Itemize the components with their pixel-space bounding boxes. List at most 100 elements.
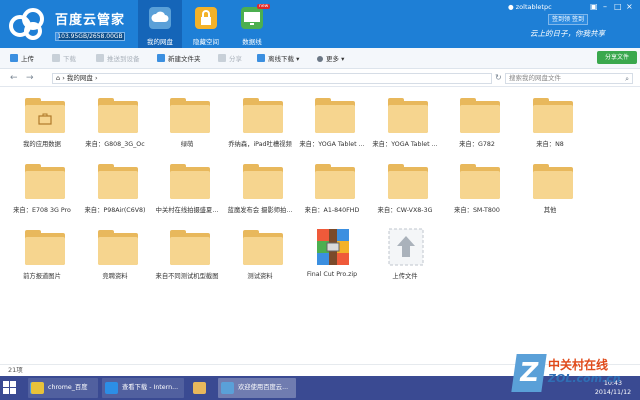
file-item[interactable]: 蓝魔发布会 摄影师拍... [224, 154, 296, 214]
file-name: 来自不同测试机型截图 [155, 273, 219, 280]
start-button[interactable] [3, 381, 16, 394]
taskbar-task-baiduyun[interactable]: 欢迎使用百度云... [218, 378, 296, 398]
new-badge: new [257, 4, 271, 9]
file-name: 前方报道图片 [23, 273, 61, 280]
file-item[interactable]: 来自：E708 3G Pro [6, 154, 78, 214]
file-item[interactable]: 测试资料 [224, 220, 296, 280]
upload-icon [10, 54, 18, 62]
file-name: 蓝魔发布会 摄影师拍... [227, 207, 293, 214]
more-button[interactable]: 更多 ▾ [317, 53, 344, 65]
file-name: 来自：G782 [459, 141, 495, 148]
file-item[interactable]: 来自：P98Air(C6V8) [79, 154, 151, 214]
back-arrow-icon[interactable]: ← [10, 73, 18, 83]
chrome-icon [31, 382, 44, 394]
breadcrumb-my-drive[interactable]: 我的网盘 [67, 74, 93, 82]
push-button[interactable]: 推送到设备 [96, 53, 140, 65]
new-folder-icon [157, 54, 165, 62]
search-input[interactable]: 搜索我的网盘文件 ⌕ [505, 73, 633, 84]
user-menu[interactable]: ● zoltabletpc [508, 3, 552, 11]
more-icon [317, 56, 323, 62]
refresh-icon[interactable]: ↻ [495, 73, 502, 82]
folder-icon [25, 164, 65, 199]
file-item[interactable]: 绿萌 [151, 88, 223, 148]
file-grid: 我的应用数据 来自：G808_3G_Oc 绿萌 乔纳森，iPad吐槽视频 来自：YOGA… [0, 88, 640, 364]
folder-icon [98, 98, 138, 133]
file-name: 竞聘资料 [102, 273, 128, 280]
forward-arrow-icon[interactable]: → [26, 73, 34, 83]
maximize-icon[interactable]: □ [614, 2, 622, 11]
file-item[interactable]: 来自：CW-VX8-3G [369, 154, 441, 214]
address-bar: ← → ⌂ › 我的网盘 › ↻ 搜索我的网盘文件 ⌕ [0, 70, 640, 87]
file-name: 来自：SM-T800 [454, 207, 500, 214]
file-item[interactable]: 中关村在线拍摄盛夏... [151, 154, 223, 214]
breadcrumb-sep: › [94, 74, 98, 82]
file-name: 来自：YOGA Tablet ... [299, 141, 365, 148]
zol-logo-icon: Z [511, 354, 547, 392]
offline-download-button[interactable]: 离线下载 ▾ [257, 53, 299, 65]
breadcrumb[interactable]: ⌂ › 我的网盘 › [52, 73, 492, 84]
search-icon[interactable]: ⌕ [625, 75, 629, 84]
file-item[interactable]: 来自：YOGA Tablet ... [369, 88, 441, 148]
new-folder-button[interactable]: 新建文件夹 [157, 53, 201, 65]
zip-archive-icon [317, 229, 349, 265]
file-name: 来自：P98Air(C6V8) [84, 207, 146, 214]
folder-icon [388, 98, 428, 133]
user-avatar-icon: ● [508, 3, 514, 11]
folder-icon [388, 164, 428, 199]
close-icon[interactable]: × [626, 2, 633, 11]
folder-icon [243, 164, 283, 199]
taskbar-task-chrome[interactable]: chrome_百度搜... [28, 378, 98, 398]
slogan: 云上的日子，你我共享 [530, 29, 605, 38]
folder-icon [98, 164, 138, 199]
folder-icon [25, 230, 65, 265]
baiduyun-logo-icon [9, 8, 44, 40]
folder-icon [460, 98, 500, 133]
folder-icon [193, 382, 206, 394]
taskbar-task-ie[interactable]: 查看下载 - Intern... [102, 378, 184, 398]
folder-icon [170, 164, 210, 199]
folder-icon [533, 164, 573, 199]
tab-data-cable[interactable]: new 数据线 [230, 0, 274, 48]
offline-download-icon [257, 54, 265, 62]
share-button[interactable]: 分享 [218, 53, 242, 65]
file-item[interactable]: 来自：G782 [441, 88, 513, 148]
file-item[interactable]: 来自不同测试机型截图 [151, 220, 223, 280]
file-name: 来自：YOGA Tablet ... [372, 141, 438, 148]
signin-button[interactable]: 签到领 签到 [548, 14, 588, 25]
file-name: 中关村在线拍摄盛夏... [155, 207, 219, 214]
file-item[interactable]: 来自：G808_3G_Oc [79, 88, 151, 148]
file-name: 上传文件 [392, 273, 418, 280]
upload-button[interactable]: 上传 [10, 53, 34, 65]
cloud-icon [149, 7, 171, 29]
folder-icon [315, 98, 355, 133]
app-title: 百度云管家 [55, 13, 126, 28]
file-item[interactable]: 乔纳森，iPad吐槽视频 [224, 88, 296, 148]
tab-my-drive[interactable]: 我的网盘 [138, 0, 182, 48]
upload-file-tile[interactable]: 上传文件 [369, 220, 441, 280]
download-button[interactable]: 下载 [52, 53, 76, 65]
file-item[interactable]: 竞聘资料 [79, 220, 151, 280]
folder-icon [243, 230, 283, 265]
share-files-button[interactable]: 分享文件 [597, 51, 637, 64]
file-item[interactable]: 我的应用数据 [6, 88, 78, 148]
file-name: 绿萌 [180, 141, 194, 148]
search-placeholder: 搜索我的网盘文件 [509, 74, 561, 82]
tab-hidden-space[interactable]: 隐藏空间 [184, 0, 228, 48]
quota-bar: 103.95GB/2658.00GB [55, 32, 125, 41]
file-item[interactable]: 来自：SM-T800 [441, 154, 513, 214]
minimize-icon[interactable]: – [603, 2, 607, 11]
taskbar-explorer-pinned[interactable] [190, 378, 212, 398]
share-icon [218, 54, 226, 62]
file-item[interactable]: 来自：YOGA Tablet ... [296, 88, 368, 148]
file-item[interactable]: 前方报道图片 [6, 220, 78, 280]
file-item[interactable]: Final Cut Pro.zip [296, 220, 368, 280]
file-item[interactable]: 来自：A1-840FHD [296, 154, 368, 214]
folder-icon [170, 230, 210, 265]
username: zoltabletpc [515, 3, 552, 11]
folder-icon [533, 98, 573, 133]
file-item[interactable]: 其他 [514, 154, 586, 214]
ie-icon [105, 382, 118, 394]
lock-icon [195, 7, 217, 29]
file-item[interactable]: 来自：N8 [514, 88, 586, 148]
skin-icon[interactable]: ▣ [590, 2, 598, 11]
